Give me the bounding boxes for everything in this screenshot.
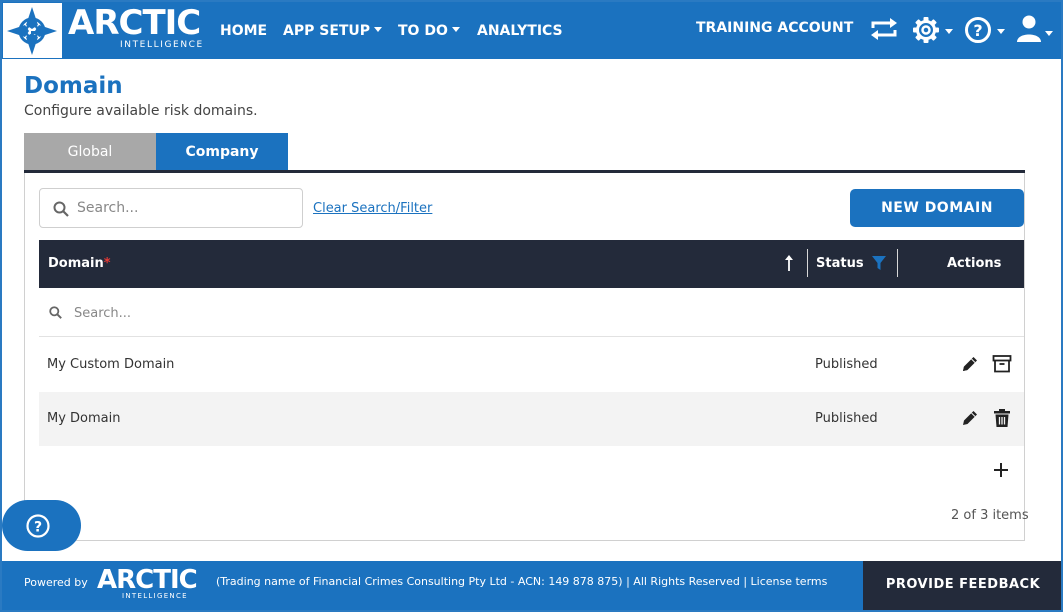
provide-feedback-button[interactable]: PROVIDE FEEDBACK bbox=[863, 561, 1063, 612]
edit-pencil-icon[interactable] bbox=[960, 408, 980, 428]
new-domain-button[interactable]: NEW DOMAIN bbox=[850, 189, 1024, 227]
brand-subtitle: INTELLIGENCE bbox=[120, 40, 204, 50]
compass-logo-icon bbox=[7, 7, 57, 55]
arctic-logo[interactable] bbox=[3, 3, 62, 58]
search-input[interactable] bbox=[77, 198, 287, 218]
domain-cell: My Custom Domain bbox=[47, 357, 175, 372]
help-circle-icon: ? bbox=[965, 17, 1005, 43]
grid-filter-input[interactable] bbox=[74, 303, 474, 323]
powered-by-label: Powered by bbox=[24, 576, 88, 589]
top-navbar: ARCTIC INTELLIGENCE HOME APP SETUP TO DO… bbox=[0, 0, 1063, 59]
tab-global-label: Global bbox=[67, 144, 113, 160]
tab-company-label: Company bbox=[185, 144, 259, 160]
settings-menu[interactable] bbox=[912, 16, 954, 48]
pagination-items-count: 2 of 3 items bbox=[951, 508, 1029, 523]
page-title: Domain bbox=[24, 73, 123, 99]
nav-app-setup[interactable]: APP SETUP bbox=[283, 21, 383, 41]
edit-pencil-icon[interactable] bbox=[960, 354, 980, 374]
svg-text:?: ? bbox=[973, 21, 982, 40]
search-icon bbox=[53, 201, 69, 217]
nav-app-setup-label: APP SETUP bbox=[283, 23, 371, 39]
legal-text: (Trading name of Financial Crimes Consul… bbox=[216, 575, 827, 589]
account-name: TRAINING ACCOUNT bbox=[696, 20, 854, 36]
page-subtitle: Configure available risk domains. bbox=[24, 103, 258, 119]
nav-analytics-label: ANALYTICS bbox=[477, 23, 563, 39]
status-cell: Published bbox=[815, 357, 878, 372]
clear-search-filter-link[interactable]: Clear Search/Filter bbox=[313, 201, 432, 217]
tab-global[interactable]: Global bbox=[24, 133, 156, 171]
help-circle-icon: ? bbox=[26, 514, 50, 538]
table-row[interactable]: My Custom Domain Published bbox=[39, 338, 1024, 392]
tab-company[interactable]: Company bbox=[156, 133, 288, 171]
search-field[interactable] bbox=[39, 188, 303, 228]
caret-down-icon bbox=[451, 26, 460, 32]
footer-brand-name: ARCTIC bbox=[97, 565, 198, 595]
nav-to-do-label: TO DO bbox=[398, 23, 448, 39]
brand-name: ARCTIC bbox=[68, 3, 201, 43]
help-floating-button[interactable]: ? bbox=[2, 500, 81, 551]
user-menu[interactable] bbox=[1016, 14, 1056, 48]
filter-icon[interactable] bbox=[871, 255, 887, 271]
status-cell: Published bbox=[815, 411, 878, 426]
domain-cell: My Domain bbox=[47, 411, 121, 426]
switch-account-icon[interactable] bbox=[868, 16, 900, 46]
footer: Powered by ARCTIC INTELLIGENCE (Trading … bbox=[0, 561, 863, 612]
grid-header: Domain* Status Actions bbox=[39, 240, 1024, 288]
nav-analytics[interactable]: ANALYTICS bbox=[477, 21, 563, 41]
help-menu[interactable]: ? bbox=[964, 16, 1006, 48]
rights-text: | All Rights Reserved bbox=[626, 575, 740, 588]
footer-brand-subtitle: INTELLIGENCE bbox=[122, 592, 188, 600]
caret-down-icon bbox=[374, 26, 383, 32]
trading-name-text: (Trading name of Financial Crimes Consul… bbox=[216, 575, 623, 588]
user-icon bbox=[1017, 15, 1053, 42]
gear-icon bbox=[913, 17, 953, 43]
license-terms-link[interactable]: | License terms bbox=[743, 575, 827, 588]
sort-ascending-icon[interactable] bbox=[784, 254, 794, 272]
trash-icon[interactable] bbox=[992, 408, 1012, 428]
required-mark: * bbox=[103, 256, 111, 271]
search-icon bbox=[49, 306, 62, 319]
add-row-plus-icon[interactable] bbox=[991, 460, 1011, 480]
column-header-status[interactable]: Status bbox=[816, 255, 864, 273]
nav-home[interactable]: HOME bbox=[220, 21, 267, 41]
column-domain-label: Domain bbox=[48, 256, 104, 271]
column-separator bbox=[807, 249, 808, 277]
column-separator bbox=[897, 249, 898, 277]
column-header-domain[interactable]: Domain* bbox=[48, 255, 111, 273]
column-header-actions: Actions bbox=[947, 256, 1002, 271]
nav-home-label: HOME bbox=[220, 23, 268, 39]
table-row[interactable]: My Domain Published bbox=[39, 392, 1024, 446]
nav-to-do[interactable]: TO DO bbox=[398, 21, 460, 41]
archive-icon[interactable] bbox=[992, 354, 1012, 374]
svg-text:?: ? bbox=[34, 520, 42, 536]
grid-filter-row bbox=[39, 288, 1024, 337]
